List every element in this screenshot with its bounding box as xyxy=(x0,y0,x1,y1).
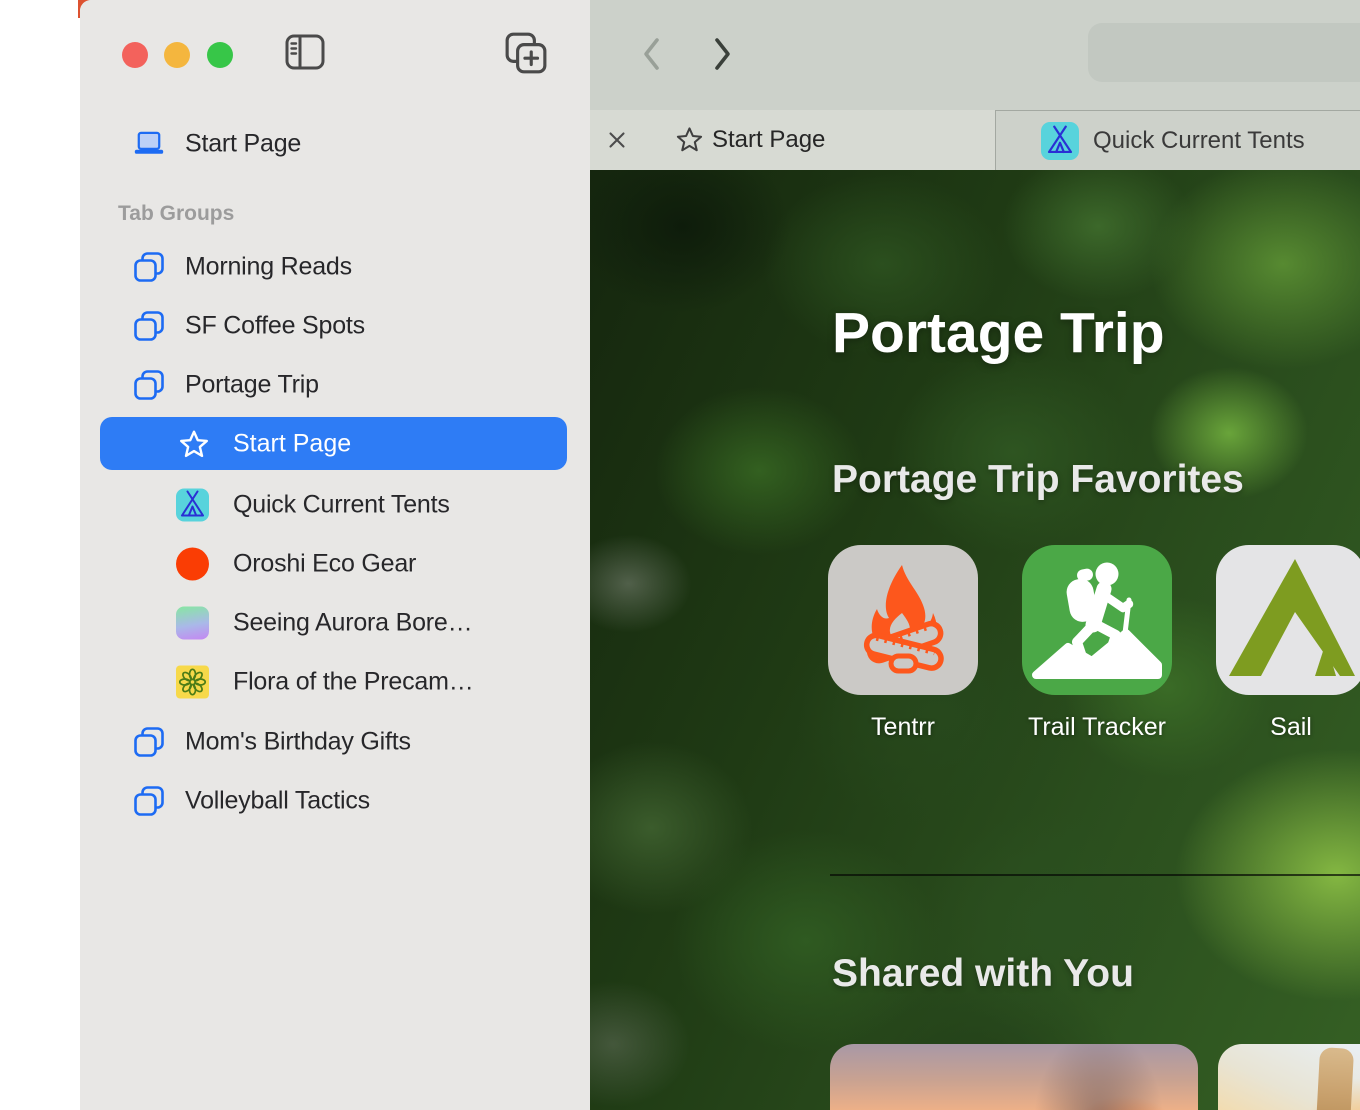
add-tab-group-icon xyxy=(504,31,548,75)
screenshot-root: Start Page Tab Groups Morning Reads SF C… xyxy=(0,0,1360,1110)
tab-label: Start Page xyxy=(712,126,825,154)
safari-window: Start Page Tab Groups Morning Reads SF C… xyxy=(80,0,1360,1110)
sidebar-item-label: Quick Current Tents xyxy=(233,491,450,520)
address-bar[interactable] xyxy=(1088,23,1360,82)
sidebar-item-morning-reads[interactable]: Morning Reads xyxy=(80,243,590,291)
sidebar-item-volleyball-tactics[interactable]: Volleyball Tactics xyxy=(80,777,590,825)
chevron-left-icon xyxy=(640,37,664,71)
sidebar-item-start-page[interactable]: Start Page xyxy=(80,120,590,168)
close-icon xyxy=(607,130,627,150)
browser-toolbar xyxy=(590,0,1360,110)
tent-app-icon xyxy=(176,489,209,522)
forward-button[interactable] xyxy=(710,37,734,71)
favorite-label: Sail xyxy=(1216,713,1360,742)
sidebar-item-label: Start Page xyxy=(185,130,301,159)
sidebar-item-label: Seeing Aurora Bore… xyxy=(233,609,472,638)
star-icon xyxy=(675,125,704,154)
page-title: Portage Trip xyxy=(832,300,1165,366)
zoom-window-button[interactable] xyxy=(207,42,233,68)
favorite-sail[interactable]: Sail xyxy=(1216,545,1360,742)
sidebar-item-label: Mom's Birthday Gifts xyxy=(185,728,411,757)
section-divider xyxy=(830,874,1360,876)
favorite-trail-tracker[interactable]: Trail Tracker xyxy=(1022,545,1172,742)
new-tab-group-button[interactable] xyxy=(504,31,548,75)
sidebar-item-label: Start Page xyxy=(233,429,351,458)
sidebar: Start Page Tab Groups Morning Reads SF C… xyxy=(80,0,590,1110)
campfire-icon xyxy=(828,545,978,695)
tent-app-icon xyxy=(1041,122,1079,160)
sidebar-item-portage-trip[interactable]: Portage Trip xyxy=(80,361,590,409)
chevron-right-icon xyxy=(710,37,734,71)
sidebar-toggle-button[interactable] xyxy=(285,33,325,71)
tab-group-icon xyxy=(133,369,165,401)
tab-quick-current-tents[interactable]: Quick Current Tents xyxy=(995,110,1360,170)
tab-groups-section-header: Tab Groups xyxy=(118,202,234,226)
shared-card-person[interactable] xyxy=(1218,1044,1360,1110)
tab-bar: Start Page Quick Current Tents xyxy=(590,110,1360,170)
shared-card-sunset[interactable] xyxy=(830,1044,1198,1110)
sidebar-item-flora-precam[interactable]: Flora of the Precam… xyxy=(80,658,590,706)
sidebar-item-label: Portage Trip xyxy=(185,371,319,400)
tab-group-icon xyxy=(133,726,165,758)
laptop-icon xyxy=(133,128,165,160)
sidebar-item-moms-birthday-gifts[interactable]: Mom's Birthday Gifts xyxy=(80,718,590,766)
sidebar-toggle-icon xyxy=(285,33,325,71)
orange-circle-icon xyxy=(176,548,209,581)
back-button[interactable] xyxy=(640,37,664,71)
hiker-icon xyxy=(1022,545,1172,695)
sidebar-item-label: Morning Reads xyxy=(185,253,352,282)
sidebar-item-label: Volleyball Tactics xyxy=(185,787,370,816)
sidebar-item-seeing-aurora[interactable]: Seeing Aurora Bore… xyxy=(80,599,590,647)
mountain-logo-icon xyxy=(1216,545,1360,695)
favorites-heading: Portage Trip Favorites xyxy=(832,458,1244,502)
sidebar-item-label: Flora of the Precam… xyxy=(233,668,474,697)
favorite-tentrr[interactable]: Tentrr xyxy=(828,545,978,742)
tab-label: Quick Current Tents xyxy=(1093,127,1305,155)
tab-start-page[interactable]: Start Page xyxy=(590,110,995,170)
tab-group-icon xyxy=(133,785,165,817)
sidebar-item-oroshi-eco-gear[interactable]: Oroshi Eco Gear xyxy=(80,540,590,588)
sidebar-item-label: SF Coffee Spots xyxy=(185,312,365,341)
star-icon xyxy=(178,428,210,460)
sidebar-item-label: Oroshi Eco Gear xyxy=(233,550,416,579)
start-page-background: Portage Trip Portage Trip Favorites xyxy=(590,170,1360,1110)
main-area: Start Page Quick Current Tents Portage T… xyxy=(590,0,1360,1110)
favorite-label: Trail Tracker xyxy=(1022,713,1172,742)
sidebar-item-sf-coffee-spots[interactable]: SF Coffee Spots xyxy=(80,302,590,350)
minimize-window-button[interactable] xyxy=(164,42,190,68)
flower-app-icon xyxy=(176,666,209,699)
tab-group-icon xyxy=(133,251,165,283)
aurora-gradient-icon xyxy=(176,607,209,640)
close-tab-button[interactable] xyxy=(607,130,627,150)
tab-group-icon xyxy=(133,310,165,342)
favorite-label: Tentrr xyxy=(828,713,978,742)
sidebar-item-start-page-selected[interactable]: Start Page xyxy=(100,417,567,470)
person-figure xyxy=(1316,1047,1354,1110)
close-window-button[interactable] xyxy=(122,42,148,68)
sidebar-item-quick-current-tents[interactable]: Quick Current Tents xyxy=(80,481,590,529)
shared-heading: Shared with You xyxy=(832,952,1134,996)
